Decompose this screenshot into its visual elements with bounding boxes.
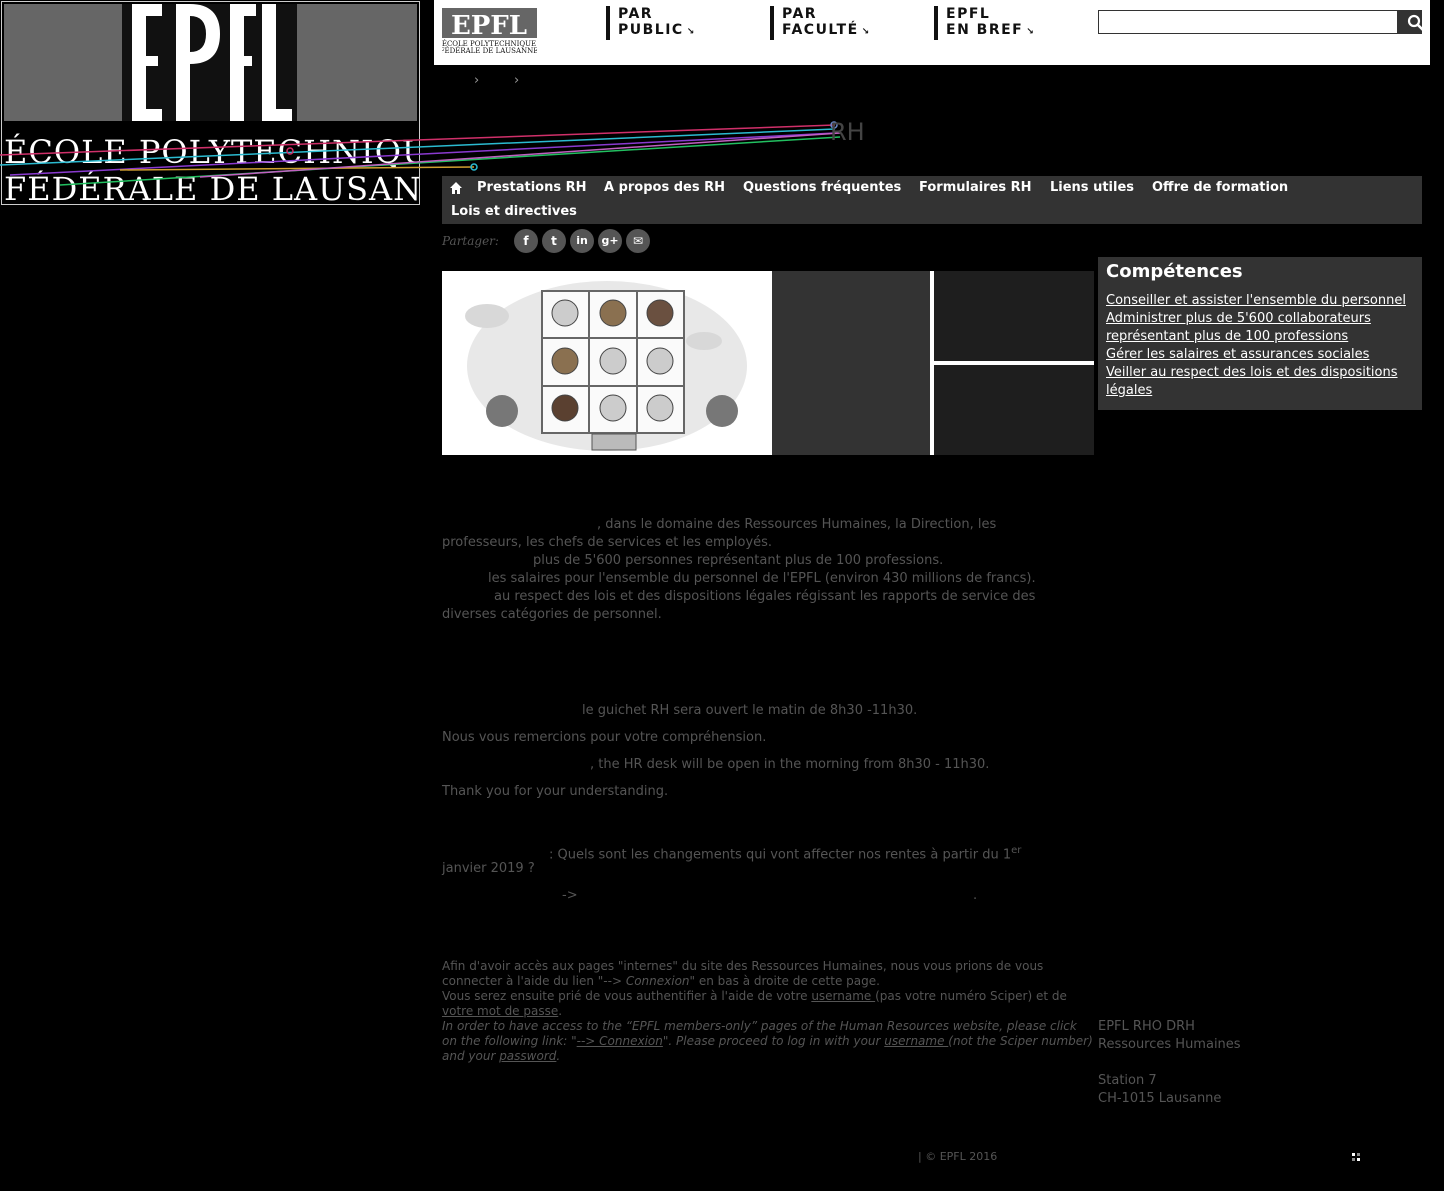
login-info-fr: Afin d'avoir accès aux pages "internes" … [442, 959, 1093, 1064]
resize-icon[interactable] [1352, 1153, 1360, 1161]
address-line: Station 7 [1098, 1073, 1157, 1088]
notice-fr-thanks: Nous vous remercions pour votre compréhe… [442, 730, 767, 745]
address-line: EPFL RHO DRH [1098, 1019, 1195, 1034]
login-text: Afin d'avoir accès aux pages "internes" … [442, 959, 1044, 973]
nav-line: PAR [618, 6, 654, 22]
login-text: . [556, 1049, 561, 1063]
share-label: Partager: [442, 234, 499, 248]
intro-line: professeurs, les chefs de services et le… [442, 535, 773, 550]
nav-line: PUBLIC [618, 22, 684, 38]
epfl-logo-sub2: FÉDÉRALE DE LAUSANNE [442, 46, 537, 54]
googleplus-share-button[interactable]: g+ [598, 229, 622, 253]
competence-link[interactable]: Conseiller et assister l'ensemble du per… [1106, 292, 1418, 310]
login-text: . [558, 1004, 563, 1018]
password-link[interactable]: password [499, 1049, 556, 1063]
linkedin-share-button[interactable]: in [570, 229, 594, 253]
login-text: In order to have access to the “EPFL mem… [442, 1019, 1077, 1033]
menu-lois-directives[interactable]: Lois et directives [451, 204, 577, 219]
connexion-link-text: --> Connexion [603, 974, 690, 988]
address-block: EPFL RHO DRH Ressources Humaines Station… [1098, 1018, 1241, 1108]
hero-panel-dark [772, 271, 930, 455]
notice-en-thanks: Thank you for your understanding. [442, 784, 669, 799]
login-text: ". Please proceed to log in with your [662, 1034, 885, 1048]
nav-epfl-en-bref[interactable]: EPFL EN BREF ↘ [934, 6, 1035, 40]
connexion-link[interactable]: --> Connexion [577, 1034, 663, 1048]
header-bar: EPFL ÉCOLE POLYTECHNIQUE FÉDÉRALE DE LAU… [434, 0, 1430, 65]
login-text: connecter à l'aide du lien " [442, 974, 604, 988]
login-text: (pas votre numéro Sciper) et de [875, 989, 1067, 1003]
hero-panel-bottom [934, 365, 1094, 455]
login-text: and your [442, 1049, 500, 1063]
login-text: on the following link: " [442, 1034, 577, 1048]
site-title[interactable]: RH [830, 118, 865, 146]
pension-dot: . [973, 888, 978, 903]
nav-line: FACULTÉ [782, 22, 859, 38]
hero-illustration [442, 271, 772, 455]
address-line: Ressources Humaines [1098, 1037, 1241, 1052]
arrow-icon: ↘ [1026, 27, 1036, 37]
intro-line: , dans le domaine des Ressources Humaine… [597, 517, 997, 532]
address-line: CH-1015 Lausanne [1098, 1091, 1222, 1106]
login-text: " en bas à droite de cette page. [689, 974, 880, 988]
intro-line: diverses catégories de personnel. [442, 607, 662, 622]
arrow-icon: ↘ [686, 27, 696, 37]
menu-offre-formation[interactable]: Offre de formation [1152, 180, 1288, 195]
pension-text: : Quels sont les changements qui vont af… [549, 847, 1012, 863]
password-link[interactable]: votre mot de passe [442, 1004, 558, 1018]
login-text: (not the Sciper number) [948, 1034, 1093, 1048]
search-icon [1407, 14, 1424, 31]
intro-line: au respect des lois et des dispositions … [494, 589, 1036, 604]
nav-par-public[interactable]: PAR PUBLIC ↘ [606, 6, 696, 40]
nav-line: EN BREF [946, 22, 1024, 38]
hero-panel-top [934, 271, 1094, 361]
intro-line: les salaires pour l'ensemble du personne… [488, 571, 1036, 586]
username-link[interactable]: username [811, 989, 875, 1003]
menu-formulaires-rh[interactable]: Formulaires RH [919, 180, 1032, 195]
pension-sup: er [1011, 845, 1022, 856]
competences-title: Compétences [1106, 261, 1243, 282]
competence-link[interactable]: Administrer plus de 5'600 collaborateurs… [1106, 310, 1418, 346]
arrow-icon: ↘ [861, 27, 871, 37]
menu-questions-frequentes[interactable]: Questions fréquentes [743, 180, 901, 195]
search-button[interactable] [1398, 10, 1424, 34]
pension-line: : Quels sont les changements qui vont af… [549, 842, 1021, 864]
home-icon[interactable] [449, 181, 463, 195]
pension-line: janvier 2019 ? [442, 861, 535, 876]
notice-fr: le guichet RH sera ouvert le matin de 8h… [582, 703, 918, 718]
search-input[interactable] [1098, 10, 1398, 34]
menu-liens-utiles[interactable]: Liens utiles [1050, 180, 1134, 195]
breadcrumb-separator: › [474, 73, 480, 88]
menu-prestations-rh[interactable]: Prestations RH [477, 180, 587, 195]
epfl-logo-text: EPFL [451, 11, 527, 41]
competence-link[interactable]: Veiller au respect des lois et des dispo… [1106, 364, 1418, 400]
menu-a-propos-rh[interactable]: A propos des RH [604, 180, 725, 195]
nav-line: PAR [782, 6, 818, 22]
twitter-share-button[interactable]: t [542, 229, 566, 253]
epfl-logo-large [122, 4, 297, 121]
main-menu: Prestations RH A propos des RH Questions… [442, 176, 1422, 224]
epfl-logo[interactable]: EPFL ÉCOLE POLYTECHNIQUE FÉDÉRALE DE LAU… [442, 8, 537, 54]
facebook-share-button[interactable]: f [514, 229, 538, 253]
notice-en: , the HR desk will be open in the mornin… [590, 757, 990, 772]
nav-par-faculte[interactable]: PAR FACULTÉ ↘ [770, 6, 871, 40]
login-text: Vous serez ensuite prié de vous authenti… [442, 989, 812, 1003]
email-share-button[interactable]: ✉ [626, 229, 650, 253]
breadcrumb-separator: › [514, 73, 520, 88]
footer-copyright: | © EPFL 2016 [918, 1150, 998, 1163]
nav-line: EPFL [946, 6, 991, 22]
intro-line: plus de 5'600 personnes représentant plu… [533, 553, 944, 568]
username-link[interactable]: username [884, 1034, 948, 1048]
competence-link[interactable]: Gérer les salaires et assurances sociale… [1106, 346, 1418, 364]
pension-arrow: -> [562, 888, 578, 903]
competences-box: Compétences Conseiller et assister l'ens… [1098, 257, 1422, 410]
